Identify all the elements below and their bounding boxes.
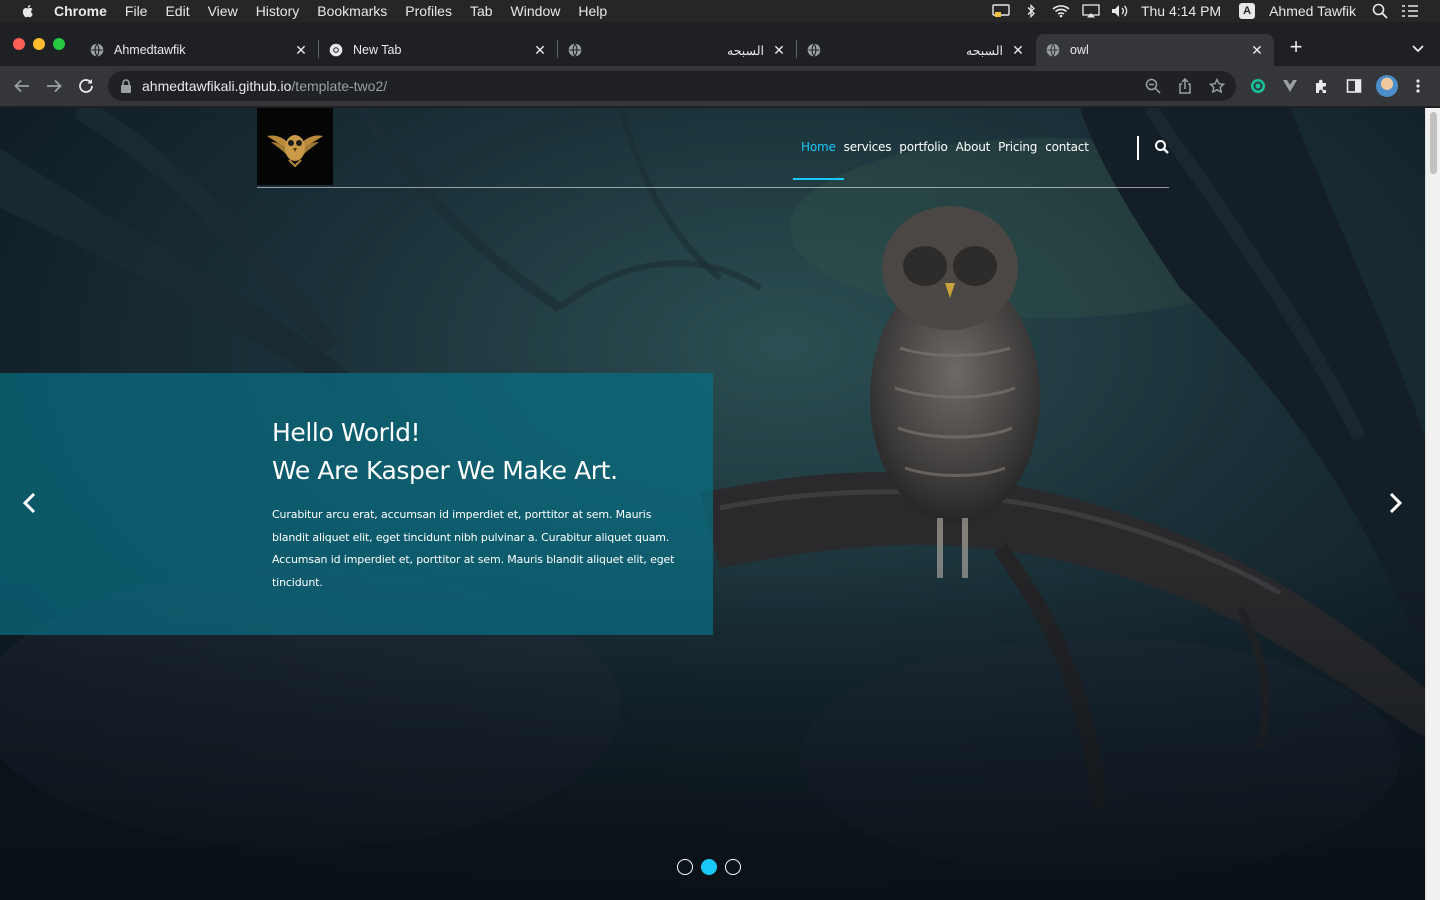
close-tab-icon[interactable]: ✕ bbox=[533, 42, 547, 58]
chrome-icon bbox=[329, 43, 343, 57]
tab-title: السبحه bbox=[727, 43, 764, 58]
minimize-window-button[interactable] bbox=[33, 38, 45, 50]
menu-app-name[interactable]: Chrome bbox=[54, 0, 107, 22]
grammarly-extension-icon[interactable] bbox=[1248, 76, 1268, 96]
page-scrollbar[interactable] bbox=[1425, 108, 1440, 900]
globe-icon bbox=[90, 43, 104, 57]
address-bar[interactable]: ahmedtawfikali.github.io/template-two2/ bbox=[108, 71, 1236, 101]
close-tab-icon[interactable]: ✕ bbox=[294, 42, 308, 58]
nav-contact[interactable]: contact bbox=[1037, 136, 1097, 180]
arrow-left-icon bbox=[14, 79, 29, 93]
globe-icon bbox=[807, 43, 821, 57]
hero-paragraph: Curabitur arcu erat, accumsan id imperdi… bbox=[272, 508, 675, 589]
tab-new-tab[interactable]: New Tab ✕ bbox=[319, 34, 557, 66]
chrome-menu-icon[interactable] bbox=[1408, 76, 1428, 96]
menu-view[interactable]: View bbox=[208, 0, 238, 22]
url-host: ahmedtawfikali.github.io bbox=[142, 78, 292, 94]
slider-dot-3[interactable] bbox=[725, 859, 741, 875]
url-path: /template-two2/ bbox=[291, 78, 388, 94]
site-logo[interactable] bbox=[257, 108, 333, 185]
main-navigation: Home services portfolio About Pricing co… bbox=[793, 136, 1113, 180]
menu-history[interactable]: History bbox=[256, 0, 300, 22]
owl-logo-icon bbox=[267, 135, 323, 168]
hero-title-line2: We Are Kasper We Make Art. bbox=[272, 456, 618, 485]
globe-icon bbox=[1046, 43, 1060, 57]
tab-search-chevron-icon[interactable] bbox=[1408, 38, 1428, 58]
reload-icon bbox=[79, 79, 93, 93]
macos-menu-bar: Chrome File Edit View History Bookmarks … bbox=[0, 0, 1440, 22]
url-text[interactable]: ahmedtawfikali.github.io/template-two2/ bbox=[142, 78, 387, 94]
tab-sebha-1[interactable]: السبحه ✕ bbox=[558, 34, 796, 66]
arrow-right-icon bbox=[47, 79, 62, 93]
slider-dot-2[interactable] bbox=[701, 859, 717, 875]
browser-toolbar: ahmedtawfikali.github.io/template-two2/ bbox=[0, 66, 1440, 107]
globe-icon bbox=[568, 43, 582, 57]
bluetooth-icon[interactable] bbox=[1021, 3, 1041, 19]
menu-file[interactable]: File bbox=[125, 0, 148, 22]
zoom-icon[interactable] bbox=[1144, 77, 1162, 95]
hero-text-panel: Hello World! We Are Kasper We Make Art. … bbox=[0, 373, 713, 635]
new-tab-button[interactable]: + bbox=[1286, 36, 1306, 58]
input-source-badge[interactable]: A bbox=[1239, 3, 1256, 19]
display-icon[interactable] bbox=[991, 3, 1011, 19]
nav-services[interactable]: services bbox=[836, 136, 900, 180]
apple-logo-icon[interactable] bbox=[20, 3, 36, 19]
share-icon[interactable] bbox=[1176, 77, 1194, 95]
menu-tab[interactable]: Tab bbox=[470, 0, 493, 22]
slider-next-chevron-icon[interactable] bbox=[1385, 491, 1405, 515]
tab-title: owl bbox=[1070, 43, 1089, 57]
menu-profiles[interactable]: Profiles bbox=[405, 0, 452, 22]
close-window-button[interactable] bbox=[13, 38, 25, 50]
tab-title: New Tab bbox=[353, 43, 402, 57]
side-panel-icon[interactable] bbox=[1344, 76, 1364, 96]
nav-divider bbox=[1137, 136, 1139, 160]
spotlight-icon[interactable] bbox=[1370, 3, 1390, 19]
header-divider-line bbox=[257, 187, 1169, 188]
close-tab-icon[interactable]: ✕ bbox=[1250, 42, 1264, 58]
control-center-icon[interactable] bbox=[1400, 3, 1420, 19]
slider-dot-1[interactable] bbox=[677, 859, 693, 875]
menu-window[interactable]: Window bbox=[511, 0, 561, 22]
search-icon[interactable] bbox=[1154, 139, 1170, 155]
lock-icon[interactable] bbox=[120, 79, 132, 93]
tab-title: Ahmedtawfik bbox=[114, 43, 186, 57]
hero-title-line1: Hello World! bbox=[272, 418, 421, 447]
tab-ahmedtawfik[interactable]: Ahmedtawfik ✕ bbox=[80, 34, 318, 66]
airplay-icon[interactable] bbox=[1081, 3, 1101, 19]
back-button[interactable] bbox=[12, 76, 32, 96]
menu-bookmarks[interactable]: Bookmarks bbox=[317, 0, 387, 22]
menu-user-name[interactable]: Ahmed Tawfik bbox=[1269, 3, 1356, 19]
page-viewport: Home services portfolio About Pricing co… bbox=[0, 108, 1425, 900]
extensions-puzzle-icon[interactable] bbox=[1312, 76, 1332, 96]
reload-button[interactable] bbox=[76, 76, 96, 96]
zoom-window-button[interactable] bbox=[53, 38, 65, 50]
slider-prev-chevron-icon[interactable] bbox=[20, 491, 40, 515]
vue-devtools-extension-icon[interactable] bbox=[1280, 76, 1300, 96]
menu-edit[interactable]: Edit bbox=[165, 0, 189, 22]
nav-portfolio[interactable]: portfolio bbox=[891, 136, 955, 180]
tab-title: السبحه bbox=[966, 43, 1003, 58]
menu-help[interactable]: Help bbox=[578, 0, 607, 22]
bookmark-star-icon[interactable] bbox=[1208, 77, 1226, 95]
tab-owl[interactable]: owl ✕ bbox=[1036, 34, 1274, 66]
wifi-icon[interactable] bbox=[1051, 3, 1071, 19]
forward-button[interactable] bbox=[44, 76, 64, 96]
tab-sebha-2[interactable]: السبحه ✕ bbox=[797, 34, 1035, 66]
slider-pagination bbox=[677, 859, 749, 875]
profile-avatar[interactable] bbox=[1376, 75, 1398, 97]
close-tab-icon[interactable]: ✕ bbox=[772, 42, 786, 58]
menu-clock[interactable]: Thu 4:14 PM bbox=[1141, 3, 1221, 19]
volume-icon[interactable] bbox=[1111, 3, 1131, 19]
close-tab-icon[interactable]: ✕ bbox=[1011, 42, 1025, 58]
scrollbar-thumb[interactable] bbox=[1430, 112, 1437, 174]
